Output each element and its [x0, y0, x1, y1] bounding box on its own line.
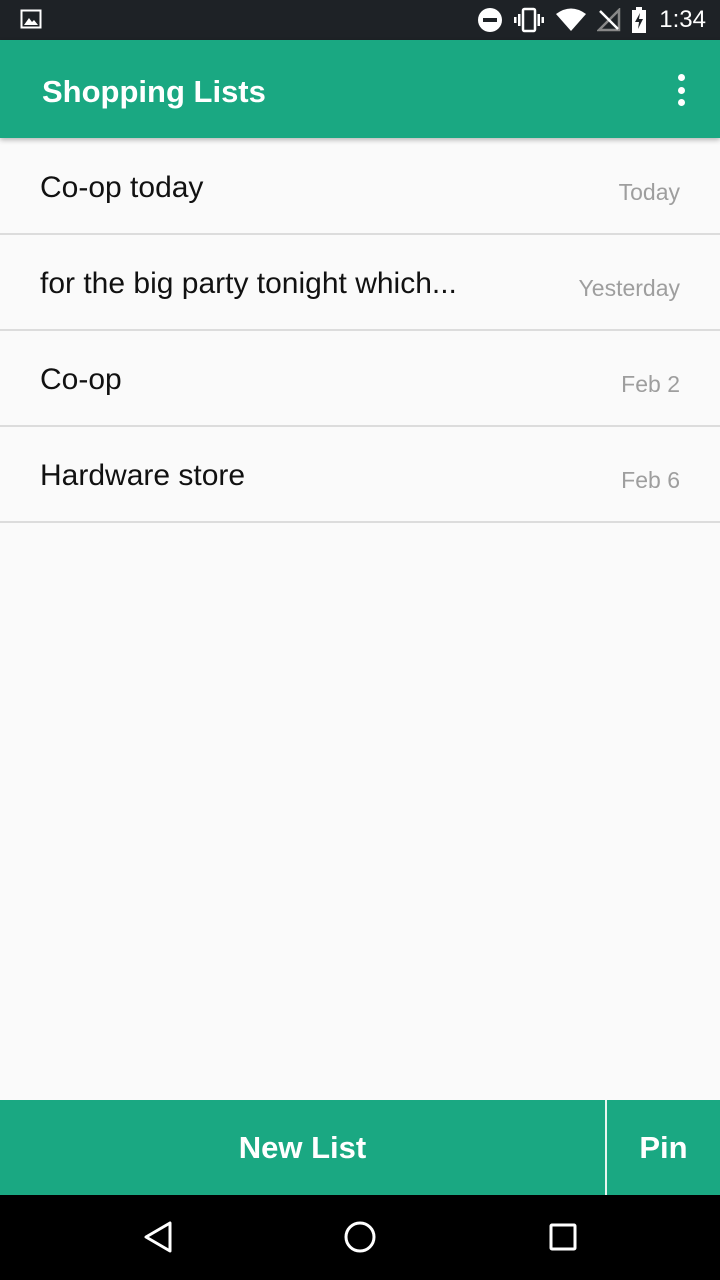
pin-button[interactable]: Pin	[607, 1100, 720, 1195]
page-title: Shopping Lists	[42, 74, 266, 109]
list-item-name: Co-op	[40, 363, 122, 396]
shopping-list: Co-op today Today for the big party toni…	[0, 139, 720, 523]
do-not-disturb-icon	[477, 7, 503, 33]
list-item[interactable]: Co-op Feb 2	[0, 331, 720, 427]
status-bar: 1:34	[0, 0, 720, 40]
list-item-name: Hardware store	[40, 459, 246, 492]
home-icon[interactable]	[338, 1215, 382, 1259]
image-notification-icon	[20, 9, 42, 34]
list-item-name: for the big party tonight which...	[40, 267, 457, 300]
vibrate-icon	[513, 7, 545, 33]
navigation-bar	[0, 1195, 720, 1280]
recents-icon[interactable]	[541, 1215, 585, 1259]
app-bar: Shopping Lists	[0, 40, 720, 138]
list-item-date: Today	[618, 179, 680, 205]
list-item-date: Feb 6	[621, 467, 680, 493]
no-signal-icon	[597, 8, 621, 32]
bottom-action-bar: New List Pin	[0, 1100, 720, 1195]
list-item-date: Feb 2	[621, 371, 680, 397]
back-icon[interactable]	[136, 1215, 180, 1259]
status-clock: 1:34	[659, 6, 706, 33]
overflow-menu-icon[interactable]	[668, 74, 694, 106]
list-item-date: Yesterday	[578, 275, 680, 301]
wifi-icon	[555, 8, 587, 32]
list-item[interactable]: for the big party tonight which... Yeste…	[0, 235, 720, 331]
battery-charging-icon	[631, 7, 647, 33]
new-list-button[interactable]: New List	[0, 1100, 607, 1195]
list-item-name: Co-op today	[40, 171, 204, 204]
list-item[interactable]: Co-op today Today	[0, 139, 720, 235]
list-item[interactable]: Hardware store Feb 6	[0, 427, 720, 523]
